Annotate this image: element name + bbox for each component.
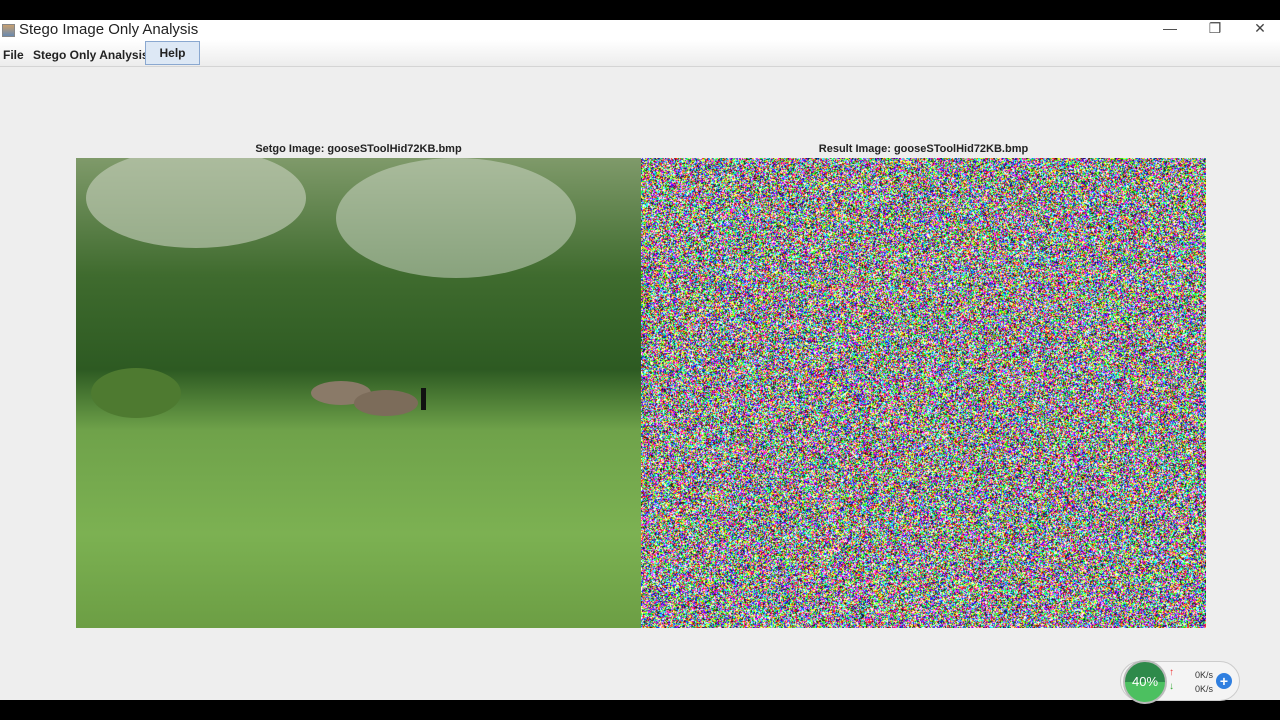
result-image-caption: Result Image: gooseSToolHid72KB.bmp [641,143,1206,155]
plus-icon[interactable]: + [1216,673,1232,689]
window-title: Stego Image Only Analysis [19,21,198,38]
minimize-button[interactable]: — [1160,20,1180,36]
menu-stego-only-analysis[interactable]: Stego Only Analysis [33,45,149,65]
app-window: Stego Image Only Analysis — ❐ ✕ File Ste… [0,20,1280,700]
menu-file[interactable]: File [3,45,24,65]
download-arrow-icon: ↓ [1169,681,1174,692]
upload-speed: 0K/s [1195,670,1213,680]
stego-image-caption: Setgo Image: gooseSToolHid72KB.bmp [76,143,641,155]
result-noise-image [641,158,1206,628]
java-app-icon [2,24,15,37]
upload-arrow-icon: ↑ [1169,667,1174,678]
stego-image [76,158,641,628]
close-button[interactable]: ✕ [1250,20,1270,37]
network-speed-widget[interactable]: 40% ↑ ↓ 0K/s 0K/s + [1120,661,1240,701]
title-bar: Stego Image Only Analysis — ❐ ✕ [0,20,1280,40]
menu-help[interactable]: Help [145,41,200,65]
goose-photo [76,158,641,628]
memory-percent: 40% [1123,660,1167,704]
restore-button[interactable]: ❐ [1205,20,1225,37]
download-speed: 0K/s [1195,684,1213,694]
menu-bar: File Stego Only Analysis Help [0,40,1280,67]
